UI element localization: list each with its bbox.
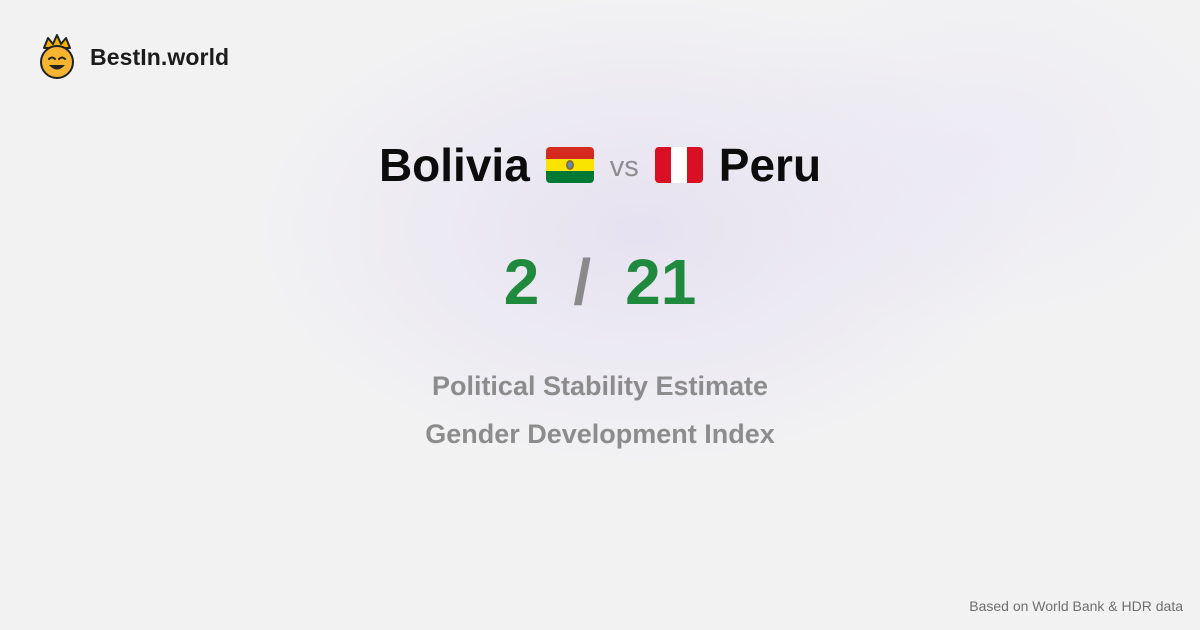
vs-label: vs xyxy=(609,150,639,183)
peru-flag-icon xyxy=(654,147,703,183)
left-score: 2 xyxy=(503,246,540,318)
metric-item: Gender Development Index xyxy=(425,419,775,449)
brand-name: BestIn.world xyxy=(90,43,230,70)
metric-item: Political Stability Estimate xyxy=(431,371,769,401)
comparison-title: Bolivia vs Peru xyxy=(0,134,1200,196)
right-country-name: Peru xyxy=(718,139,822,191)
score-display: 2 / 21 xyxy=(0,240,1200,324)
score-separator: / xyxy=(573,246,592,318)
right-score: 21 xyxy=(625,246,697,318)
brand-logo-link[interactable]: BestIn.world xyxy=(38,34,229,80)
bolivia-flag-icon xyxy=(545,147,594,183)
crown-smiley-icon xyxy=(40,34,74,79)
metrics-list: Political Stability Estimate Gender Deve… xyxy=(0,362,1200,458)
data-source-note: Based on World Bank & HDR data xyxy=(969,598,1183,614)
left-country-name: Bolivia xyxy=(378,139,530,191)
